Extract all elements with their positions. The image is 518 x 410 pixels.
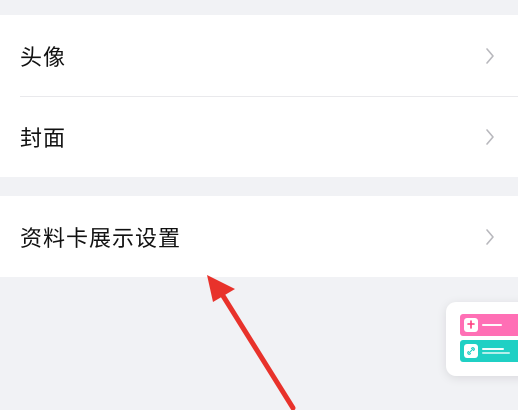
annotation-arrow	[207, 275, 296, 410]
